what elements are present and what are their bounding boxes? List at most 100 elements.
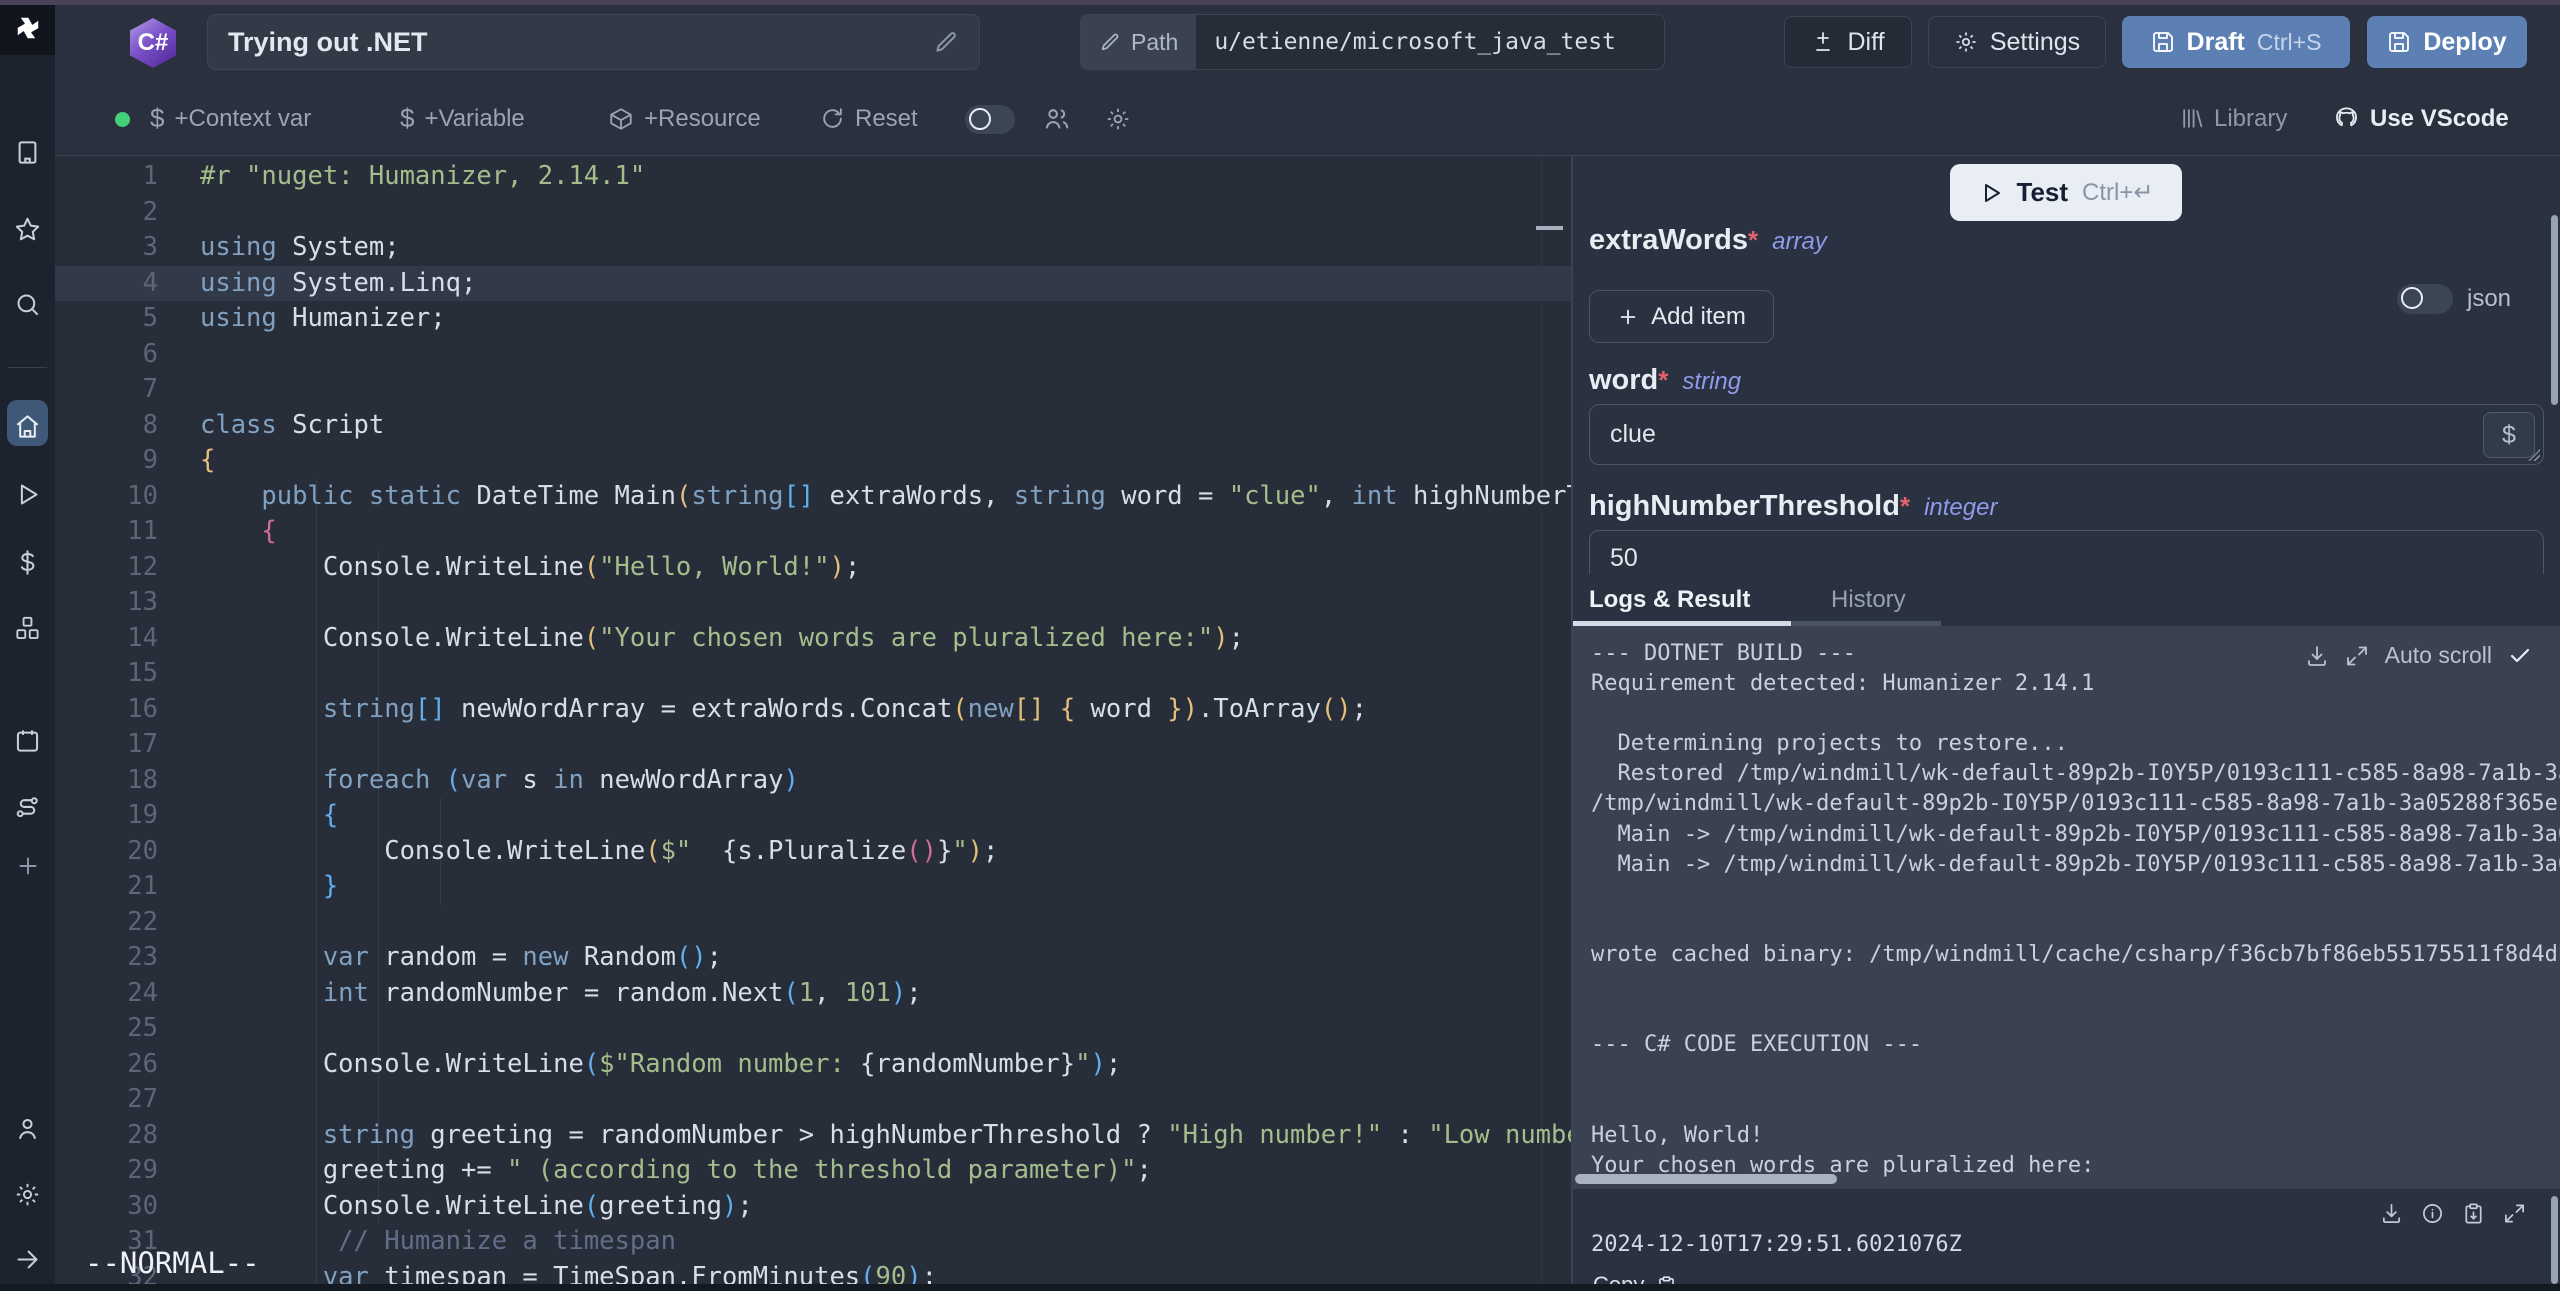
field-type: integer [1924, 494, 1997, 522]
editor-toolbar: $ +Context var $ +Variable +Resource Res… [55, 82, 2560, 156]
log-horizontal-scrollbar[interactable] [1575, 1174, 1837, 1184]
building-icon [14, 139, 41, 166]
result-scrollbar-thumb[interactable] [2551, 1196, 2558, 1284]
settings-label: Settings [1990, 28, 2080, 57]
field-label-highnumberthreshold: highNumberThreshold* integer [1589, 490, 1997, 523]
sidebar-item-search[interactable] [0, 280, 55, 328]
context-var-label: +Context var [174, 105, 311, 133]
expand-icon[interactable] [2503, 1202, 2526, 1225]
gear-icon [1954, 30, 1978, 54]
result-tabs: Logs & Result History [1573, 574, 2560, 626]
library-icon [2179, 106, 2204, 131]
sidebar-item-flows[interactable] [0, 783, 55, 831]
play-icon [14, 481, 41, 508]
reset-button[interactable]: Reset [820, 82, 918, 155]
add-item-label: Add item [1651, 303, 1746, 331]
resize-handle[interactable] [2528, 449, 2540, 461]
sidebar-item-home[interactable] [0, 402, 55, 450]
tab-history[interactable]: History [1831, 586, 1906, 614]
json-toggle[interactable] [2397, 284, 2453, 314]
script-title-box[interactable]: Trying out .NET [207, 14, 980, 70]
code-editor[interactable]: 1#r "nuget: Humanizer, 2.14.1"23using Sy… [55, 156, 1572, 1291]
library-button[interactable]: Library [2179, 82, 2287, 155]
download-icon[interactable] [2305, 644, 2329, 668]
add-variable-button[interactable]: $ +Variable [400, 82, 525, 155]
required-asterisk: * [1900, 491, 1910, 521]
plus-icon [1617, 306, 1639, 328]
deploy-label: Deploy [2423, 28, 2506, 57]
sidebar-item-add[interactable] [0, 842, 55, 890]
path-field[interactable]: Path u/etienne/microsoft_java_test [1080, 14, 1665, 70]
window-bottom-strip [0, 1284, 2560, 1291]
code-lines: 1#r "nuget: Humanizer, 2.14.1"23using Sy… [55, 159, 1572, 1291]
panel-resize-handle[interactable] [1571, 156, 1573, 1291]
log-lines: --- DOTNET BUILD ---Requirement detected… [1591, 639, 2560, 1181]
result-panel: 2024-12-10T17:29:51.6021076Z Copy [1573, 1190, 2560, 1291]
field-label-extrawords: extraWords* array [1589, 224, 1827, 257]
multiplayer-button[interactable] [1043, 82, 1070, 155]
cubes-icon [14, 615, 41, 642]
save-icon [2151, 30, 2175, 54]
json-label: json [2467, 285, 2511, 313]
csharp-language-badge: C# [130, 18, 176, 68]
edit-pencil-icon [1099, 31, 1121, 53]
sidebar-divider [8, 367, 47, 368]
json-toggle-row: json [2397, 284, 2511, 314]
add-context-var-button[interactable]: $ +Context var [150, 82, 311, 155]
add-resource-button[interactable]: +Resource [608, 82, 761, 155]
variable-label: +Variable [424, 105, 524, 133]
draft-label: Draft [2187, 28, 2245, 57]
github-cat-icon [2333, 105, 2360, 132]
word-input[interactable]: clue $ [1589, 404, 2544, 465]
editor-settings-button[interactable] [1105, 82, 1131, 155]
sidebar-item-settings[interactable] [0, 1170, 55, 1218]
clipboard-icon[interactable] [2462, 1202, 2485, 1225]
info-icon[interactable] [2421, 1202, 2444, 1225]
sidebar-item-collapse[interactable] [0, 1235, 55, 1283]
refresh-icon [820, 106, 845, 131]
tab-logs-result[interactable]: Logs & Result [1589, 586, 1750, 614]
draft-button[interactable]: Draft Ctrl+S [2122, 16, 2350, 68]
sidebar-item-workspace[interactable] [0, 128, 55, 176]
sidebar-item-schedules[interactable] [0, 716, 55, 764]
required-asterisk: * [1658, 365, 1668, 395]
log-panel[interactable]: --- DOTNET BUILD ---Requirement detected… [1573, 626, 2560, 1189]
sidebar-item-favorites[interactable] [0, 205, 55, 253]
sidebar-item-runs[interactable] [0, 470, 55, 518]
use-vscode-button[interactable]: Use VScode [2333, 82, 2509, 155]
highnumberthreshold-value: 50 [1610, 544, 1638, 573]
draft-shortcut: Ctrl+S [2257, 29, 2322, 56]
windmill-logo[interactable] [0, 0, 55, 55]
script-title: Trying out .NET [228, 27, 933, 58]
result-value: 2024-12-10T17:29:51.6021076Z [1591, 1232, 1962, 1257]
deploy-button[interactable]: Deploy [2367, 16, 2527, 68]
diff-icon [1811, 30, 1835, 54]
diff-button[interactable]: Diff [1784, 16, 1912, 68]
edit-pencil-icon[interactable] [933, 29, 959, 55]
dollar-icon: $ [400, 103, 414, 134]
path-chip: Path [1081, 15, 1196, 69]
resource-label: +Resource [644, 105, 761, 133]
package-icon [608, 106, 634, 132]
save-icon [2387, 30, 2411, 54]
toggle-knob [2401, 287, 2423, 309]
panel-scrollbar-thumb[interactable] [2551, 215, 2558, 405]
diff-mode-toggle[interactable] [965, 105, 1015, 134]
download-icon[interactable] [2380, 1202, 2403, 1225]
sidebar-item-account[interactable] [0, 1104, 55, 1152]
toggle-knob [969, 108, 991, 130]
users-icon [1043, 105, 1070, 132]
sidebar-item-variables[interactable] [0, 538, 55, 586]
add-item-button[interactable]: Add item [1589, 290, 1774, 343]
settings-button[interactable]: Settings [1928, 16, 2106, 68]
check-icon[interactable] [2508, 644, 2532, 668]
editor-overview-marker [1536, 226, 1563, 230]
gear-icon [14, 1181, 41, 1208]
dollar-icon [14, 549, 41, 576]
reset-label: Reset [855, 105, 918, 133]
test-button[interactable]: Test Ctrl+↵ [1950, 164, 2182, 221]
word-value: clue [1610, 420, 1656, 449]
sidebar-item-resources[interactable] [0, 604, 55, 652]
expand-icon[interactable] [2345, 644, 2369, 668]
field-label-word: word* string [1589, 364, 1741, 397]
